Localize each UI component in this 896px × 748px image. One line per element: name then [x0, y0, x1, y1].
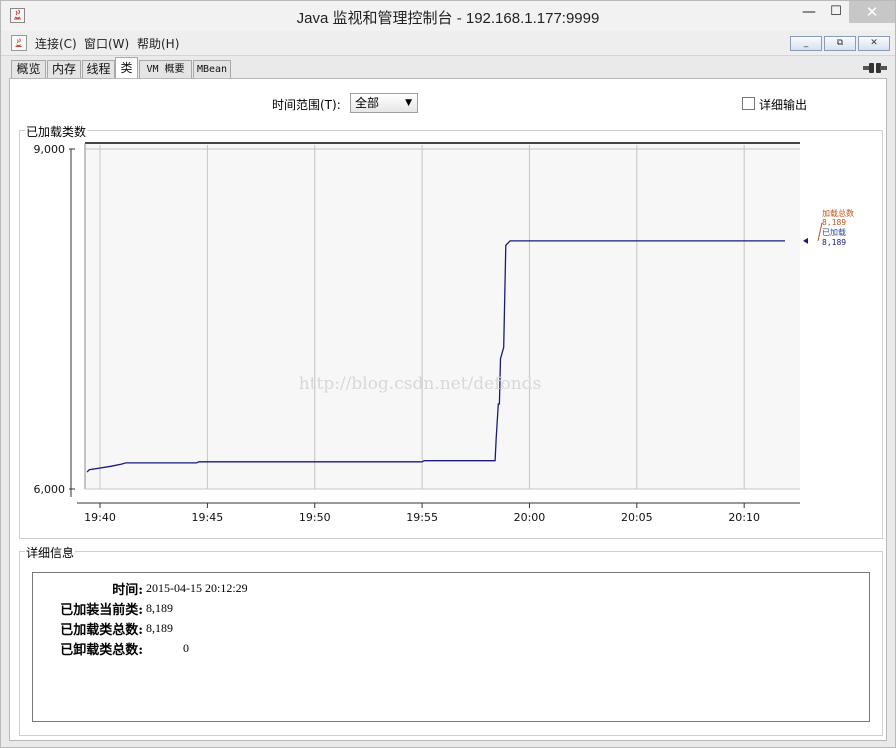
x-tick-label: 20:00: [514, 511, 546, 524]
verbose-output-checkbox[interactable]: [742, 97, 755, 110]
x-tick-label: 20:10: [728, 511, 760, 524]
tab-memory[interactable]: 内存: [47, 60, 81, 79]
window-title: Java 监视和管理控制台 - 192.168.1.177:9999: [296, 10, 600, 27]
tab-overview[interactable]: 概览: [11, 60, 46, 79]
legend-total-label: 加载总数: [822, 208, 854, 218]
menu-connection[interactable]: 连接(C): [35, 35, 77, 52]
menu-bar: 连接(C) 窗口(W) 帮助(H) _ ⧉ ✕: [1, 31, 895, 56]
detail-row-time: 时间: 2015-04-15 20:12:29: [33, 579, 633, 599]
detail-value: 8,189: [146, 621, 173, 635]
watermark-text: http://blog.csdn.net/defonds: [299, 374, 542, 394]
verbose-output-label: 详细输出: [759, 98, 808, 112]
details-box: 时间: 2015-04-15 20:12:29 已加装当前类: 8,189 已加…: [32, 572, 870, 722]
details-panel-title: 详细信息: [25, 544, 76, 561]
maximize-button[interactable]: ☐: [821, 4, 851, 26]
current-value-marker: [803, 237, 808, 244]
detail-label: 已加装当前类:: [60, 603, 143, 618]
tab-classes[interactable]: 类: [115, 57, 138, 79]
loaded-classes-chart: 19:40 19:45 19:50 19:55 20:00 20:05 20:10 9,000…: [34, 142, 854, 524]
close-button[interactable]: ✕: [849, 1, 895, 23]
tab-bar: 概览 内存 线程 类 VM 概要 MBean: [1, 57, 895, 79]
x-tick-label: 19:40: [84, 511, 116, 524]
jconsole-window: Java 监视和管理控制台 - 192.168.1.177:9999 — ☐ ✕…: [0, 0, 896, 748]
connection-status-icon: [863, 63, 887, 73]
menu-window[interactable]: 窗口(W): [84, 35, 129, 52]
y-tick-label: 6,000: [34, 483, 66, 496]
detail-value: 8,189: [146, 601, 173, 615]
legend-loaded-label: 已加载: [822, 227, 846, 237]
tab-threads[interactable]: 线程: [82, 60, 115, 79]
detail-label: 已加载类总数:: [60, 623, 143, 638]
time-range-label: 时间范围(T):: [272, 98, 341, 112]
time-range-select[interactable]: 全部 ▼: [350, 93, 418, 113]
x-tick-label: 20:05: [621, 511, 653, 524]
tab-vm-summary[interactable]: VM 概要: [139, 60, 192, 79]
details-panel: 详细信息 时间: 2015-04-15 20:12:29 已加装当前类: 8,1…: [19, 544, 883, 736]
menu-help[interactable]: 帮助(H): [137, 35, 179, 52]
detail-value: 0: [183, 641, 189, 655]
legend-loaded-value: 8,189: [822, 238, 846, 247]
minimize-button[interactable]: —: [794, 4, 824, 26]
detail-row-current-loaded: 已加装当前类: 8,189: [33, 599, 633, 619]
legend-total-value: 8,189: [822, 218, 846, 227]
plot-area: [85, 143, 800, 489]
title-bar: Java 监视和管理控制台 - 192.168.1.177:9999 — ☐ ✕: [1, 1, 895, 31]
mdi-minimize-button[interactable]: _: [790, 36, 822, 51]
y-tick-label: 9,000: [34, 143, 66, 156]
detail-label: 已卸载类总数:: [60, 643, 143, 658]
loaded-classes-panel: 已加载类数 19:40 19:45 19:50 19:55 20:00 20:05 20:1…: [19, 123, 883, 539]
detail-row-total-unloaded: 已卸载类总数: 0: [33, 639, 633, 659]
detail-row-total-loaded: 已加载类总数: 8,189: [33, 619, 633, 639]
time-range-value: 全部: [355, 96, 380, 110]
java-cup-icon[interactable]: [11, 35, 27, 51]
tab-mbean[interactable]: MBean: [193, 60, 231, 79]
detail-label: 时间:: [112, 583, 143, 598]
detail-value: 2015-04-15 20:12:29: [146, 581, 248, 595]
x-tick-label: 19:45: [192, 511, 224, 524]
chevron-down-icon: ▼: [405, 98, 412, 108]
mdi-restore-button[interactable]: ⧉: [824, 36, 856, 51]
x-tick-label: 19:50: [299, 511, 331, 524]
classes-tab-panel: 时间范围(T): 全部 ▼ 详细输出 已加载类数 19:40 19:45 19:50…: [9, 78, 887, 741]
mdi-close-button[interactable]: ✕: [858, 36, 890, 51]
x-tick-label: 19:55: [406, 511, 438, 524]
